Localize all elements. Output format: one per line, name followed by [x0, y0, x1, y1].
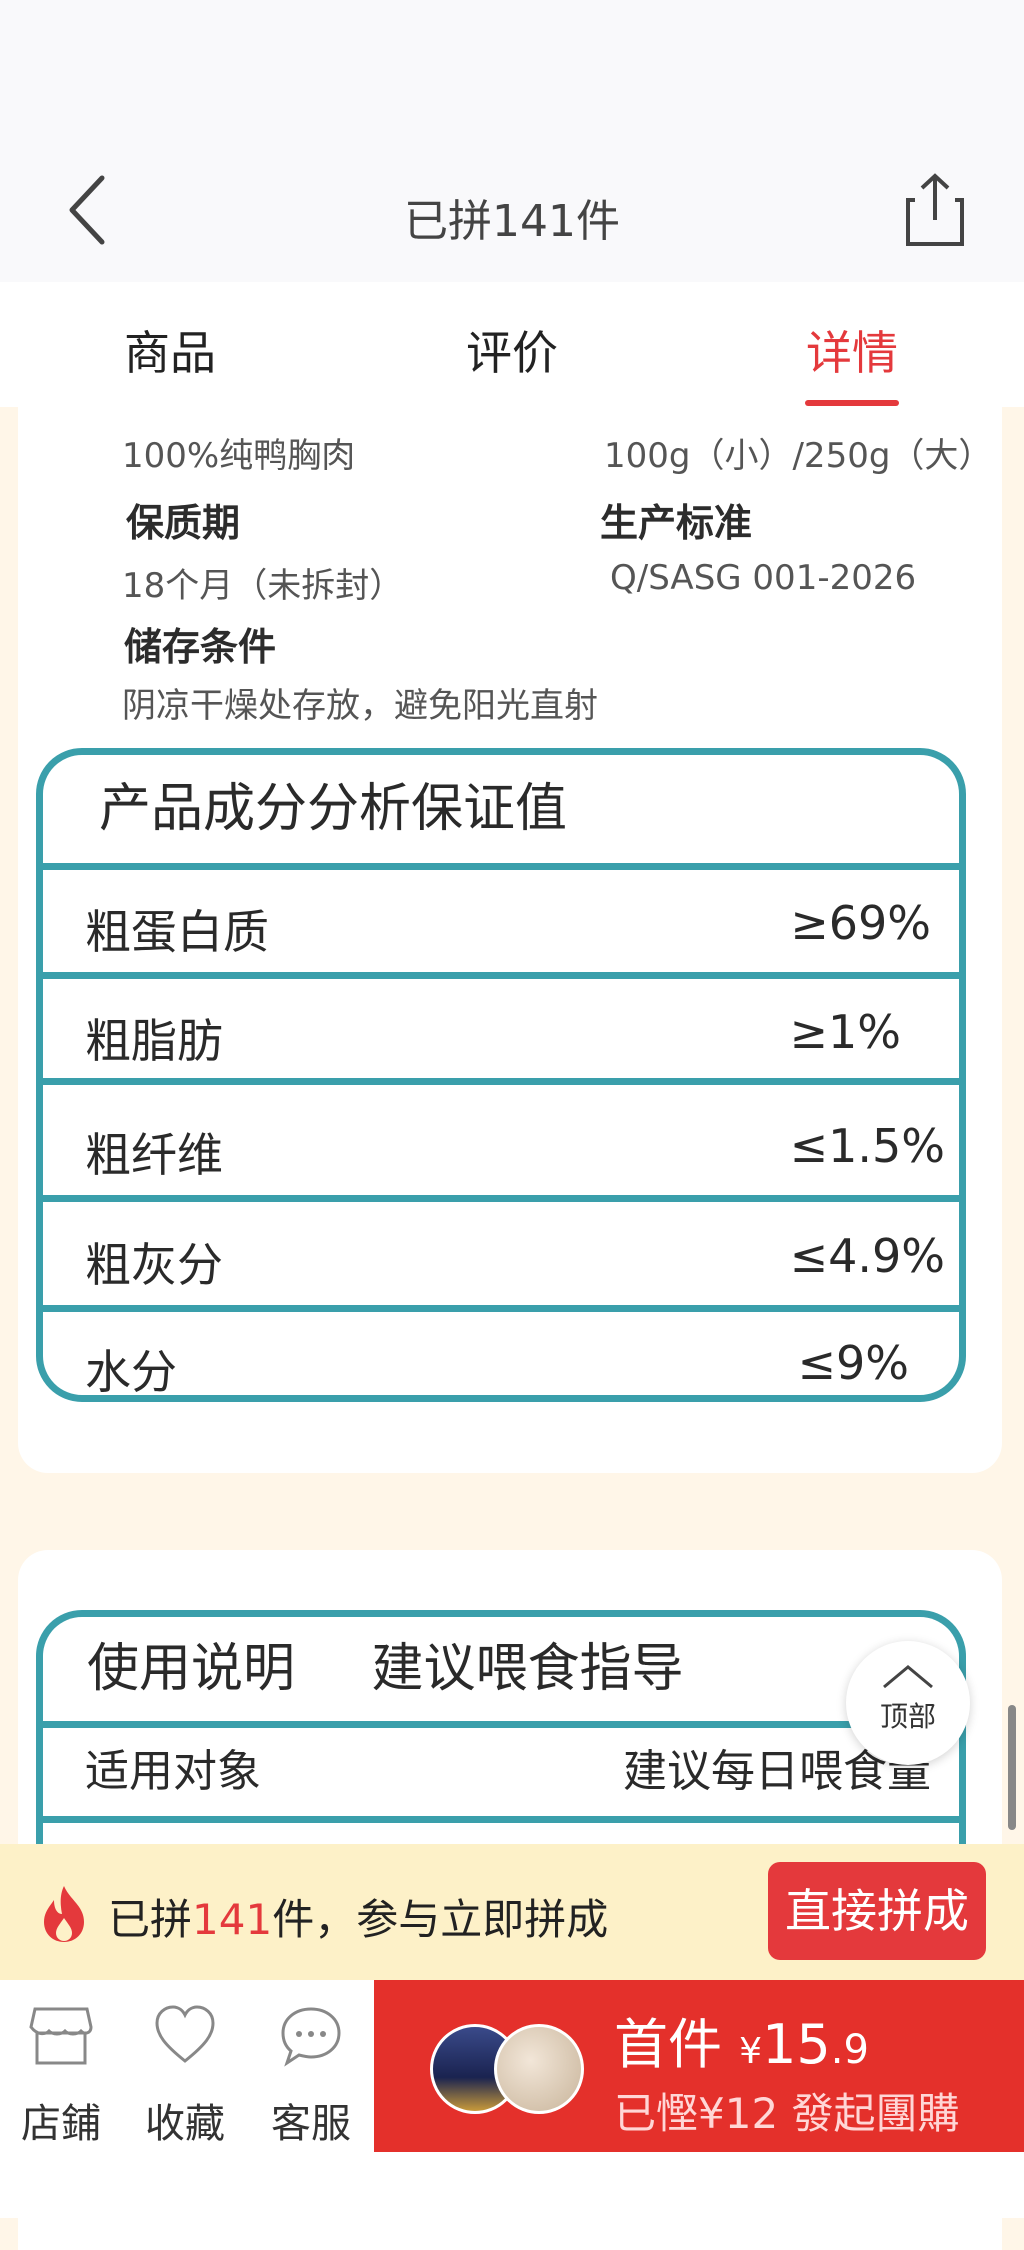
nutrient-value: ≤1.5%	[789, 1119, 945, 1173]
promo-prefix: 已拼	[108, 1895, 193, 1944]
nutrient-name: 粗纤维	[85, 1128, 223, 1182]
first-item-price: 首件 ¥15.9	[614, 2000, 869, 2079]
nutrient-value: ≤9%	[797, 1336, 909, 1390]
usage-title-a: 使用说明	[87, 1639, 296, 1699]
tab-details[interactable]: 详情	[752, 317, 952, 383]
usage-title: 使用说明 建议喂食指导	[43, 1617, 959, 1728]
table-row: 粗灰分 ≤4.9%	[43, 1203, 959, 1307]
table-row: 水分 ≤9%	[43, 1310, 959, 1399]
shelf-life-label: 保质期	[126, 501, 241, 545]
nutrient-value: ≤4.9%	[789, 1229, 945, 1283]
promo-suffix: 件，参与立即拼成	[272, 1895, 609, 1944]
nav-store-label: 店鋪	[21, 2101, 101, 2147]
tab-active-indicator	[805, 400, 899, 406]
row-divider	[43, 1078, 959, 1085]
scroll-top-button[interactable]: 顶部	[846, 1641, 970, 1765]
chevron-up-icon	[883, 1665, 933, 1689]
chat-icon	[281, 2007, 341, 2067]
nav-favorite-label: 收藏	[145, 2101, 225, 2147]
shelf-life-value: 18个月（未拆封）	[122, 566, 404, 606]
table-row: 粗蛋白质 ≥69%	[43, 870, 959, 974]
nav-service-label: 客服	[271, 2101, 351, 2147]
share-icon[interactable]	[900, 170, 970, 250]
weight-value: 100g（小）/250g（大）	[604, 436, 993, 476]
raw-material-value: 100%纯鸭胸肉	[122, 436, 356, 476]
price-currency: ¥	[739, 2031, 763, 2072]
price-decimal: .9	[830, 2027, 869, 2073]
avatar	[494, 2024, 584, 2114]
group-buy-bar: 已拼141件，参与立即拼成 直接拼成	[0, 1844, 1024, 1980]
promo-count: 141	[192, 1895, 273, 1944]
nutrient-value: ≥69%	[790, 896, 931, 950]
table-row: 粗纤维 ≤1.5%	[43, 1093, 959, 1197]
nutrient-name: 粗蛋白质	[85, 905, 269, 959]
nutrition-title: 产品成分分析保证值	[43, 755, 959, 870]
storage-label: 储存条件	[124, 625, 277, 669]
nav-favorite[interactable]: 收藏	[130, 2005, 240, 2149]
standard-label: 生产标准	[600, 501, 753, 545]
nutrition-table: 产品成分分析保证值 粗蛋白质 ≥69% 粗脂肪 ≥1% 粗纤维 ≤1.5% 粗灰…	[36, 748, 966, 1402]
usage-title-b: 建议喂食指导	[371, 1639, 684, 1699]
header-bar: 已拼141件	[0, 0, 1024, 282]
col-target: 适用对象	[85, 1746, 261, 1797]
join-group-button[interactable]: 直接拼成	[768, 1862, 986, 1960]
fire-icon	[44, 1886, 84, 1942]
start-group-buy-button[interactable]: 首件 ¥15.9 已慳¥12 發起團購	[374, 1980, 1024, 2152]
savings-text: 已慳¥12 發起團購	[614, 2089, 960, 2138]
row-divider	[43, 1195, 959, 1202]
group-buy-text: 已拼141件，参与立即拼成	[108, 1886, 608, 1947]
nutrient-value: ≥1%	[789, 1005, 901, 1059]
nutrient-name: 粗脂肪	[85, 1014, 223, 1068]
nav-store[interactable]: 店鋪	[6, 2005, 116, 2149]
store-icon	[29, 2007, 93, 2065]
page-title: 已拼141件	[404, 196, 620, 247]
scrollbar[interactable]	[1008, 1705, 1016, 1830]
heart-icon	[155, 2005, 215, 2063]
table-header-row: 适用对象 建议每日喂食量	[43, 1728, 959, 1823]
first-item-label: 首件	[614, 2013, 722, 2076]
tab-reviews[interactable]: 评价	[412, 317, 612, 383]
nutrient-name: 粗灰分	[85, 1238, 223, 1292]
row-divider	[43, 972, 959, 979]
table-row: 粗脂肪 ≥1%	[43, 979, 959, 1083]
nutrient-name: 水分	[85, 1345, 177, 1399]
scroll-top-label: 顶部	[879, 1700, 936, 1733]
nav-service[interactable]: 客服	[256, 2005, 366, 2149]
standard-value: Q/SASG 001-2026	[610, 558, 917, 598]
tab-bar: 商品 评价 详情	[0, 282, 1024, 407]
price-integer: 15	[762, 2013, 831, 2076]
tab-product[interactable]: 商品	[70, 317, 270, 383]
storage-value: 阴凉干燥处存放，避免阳光直射	[122, 686, 598, 726]
